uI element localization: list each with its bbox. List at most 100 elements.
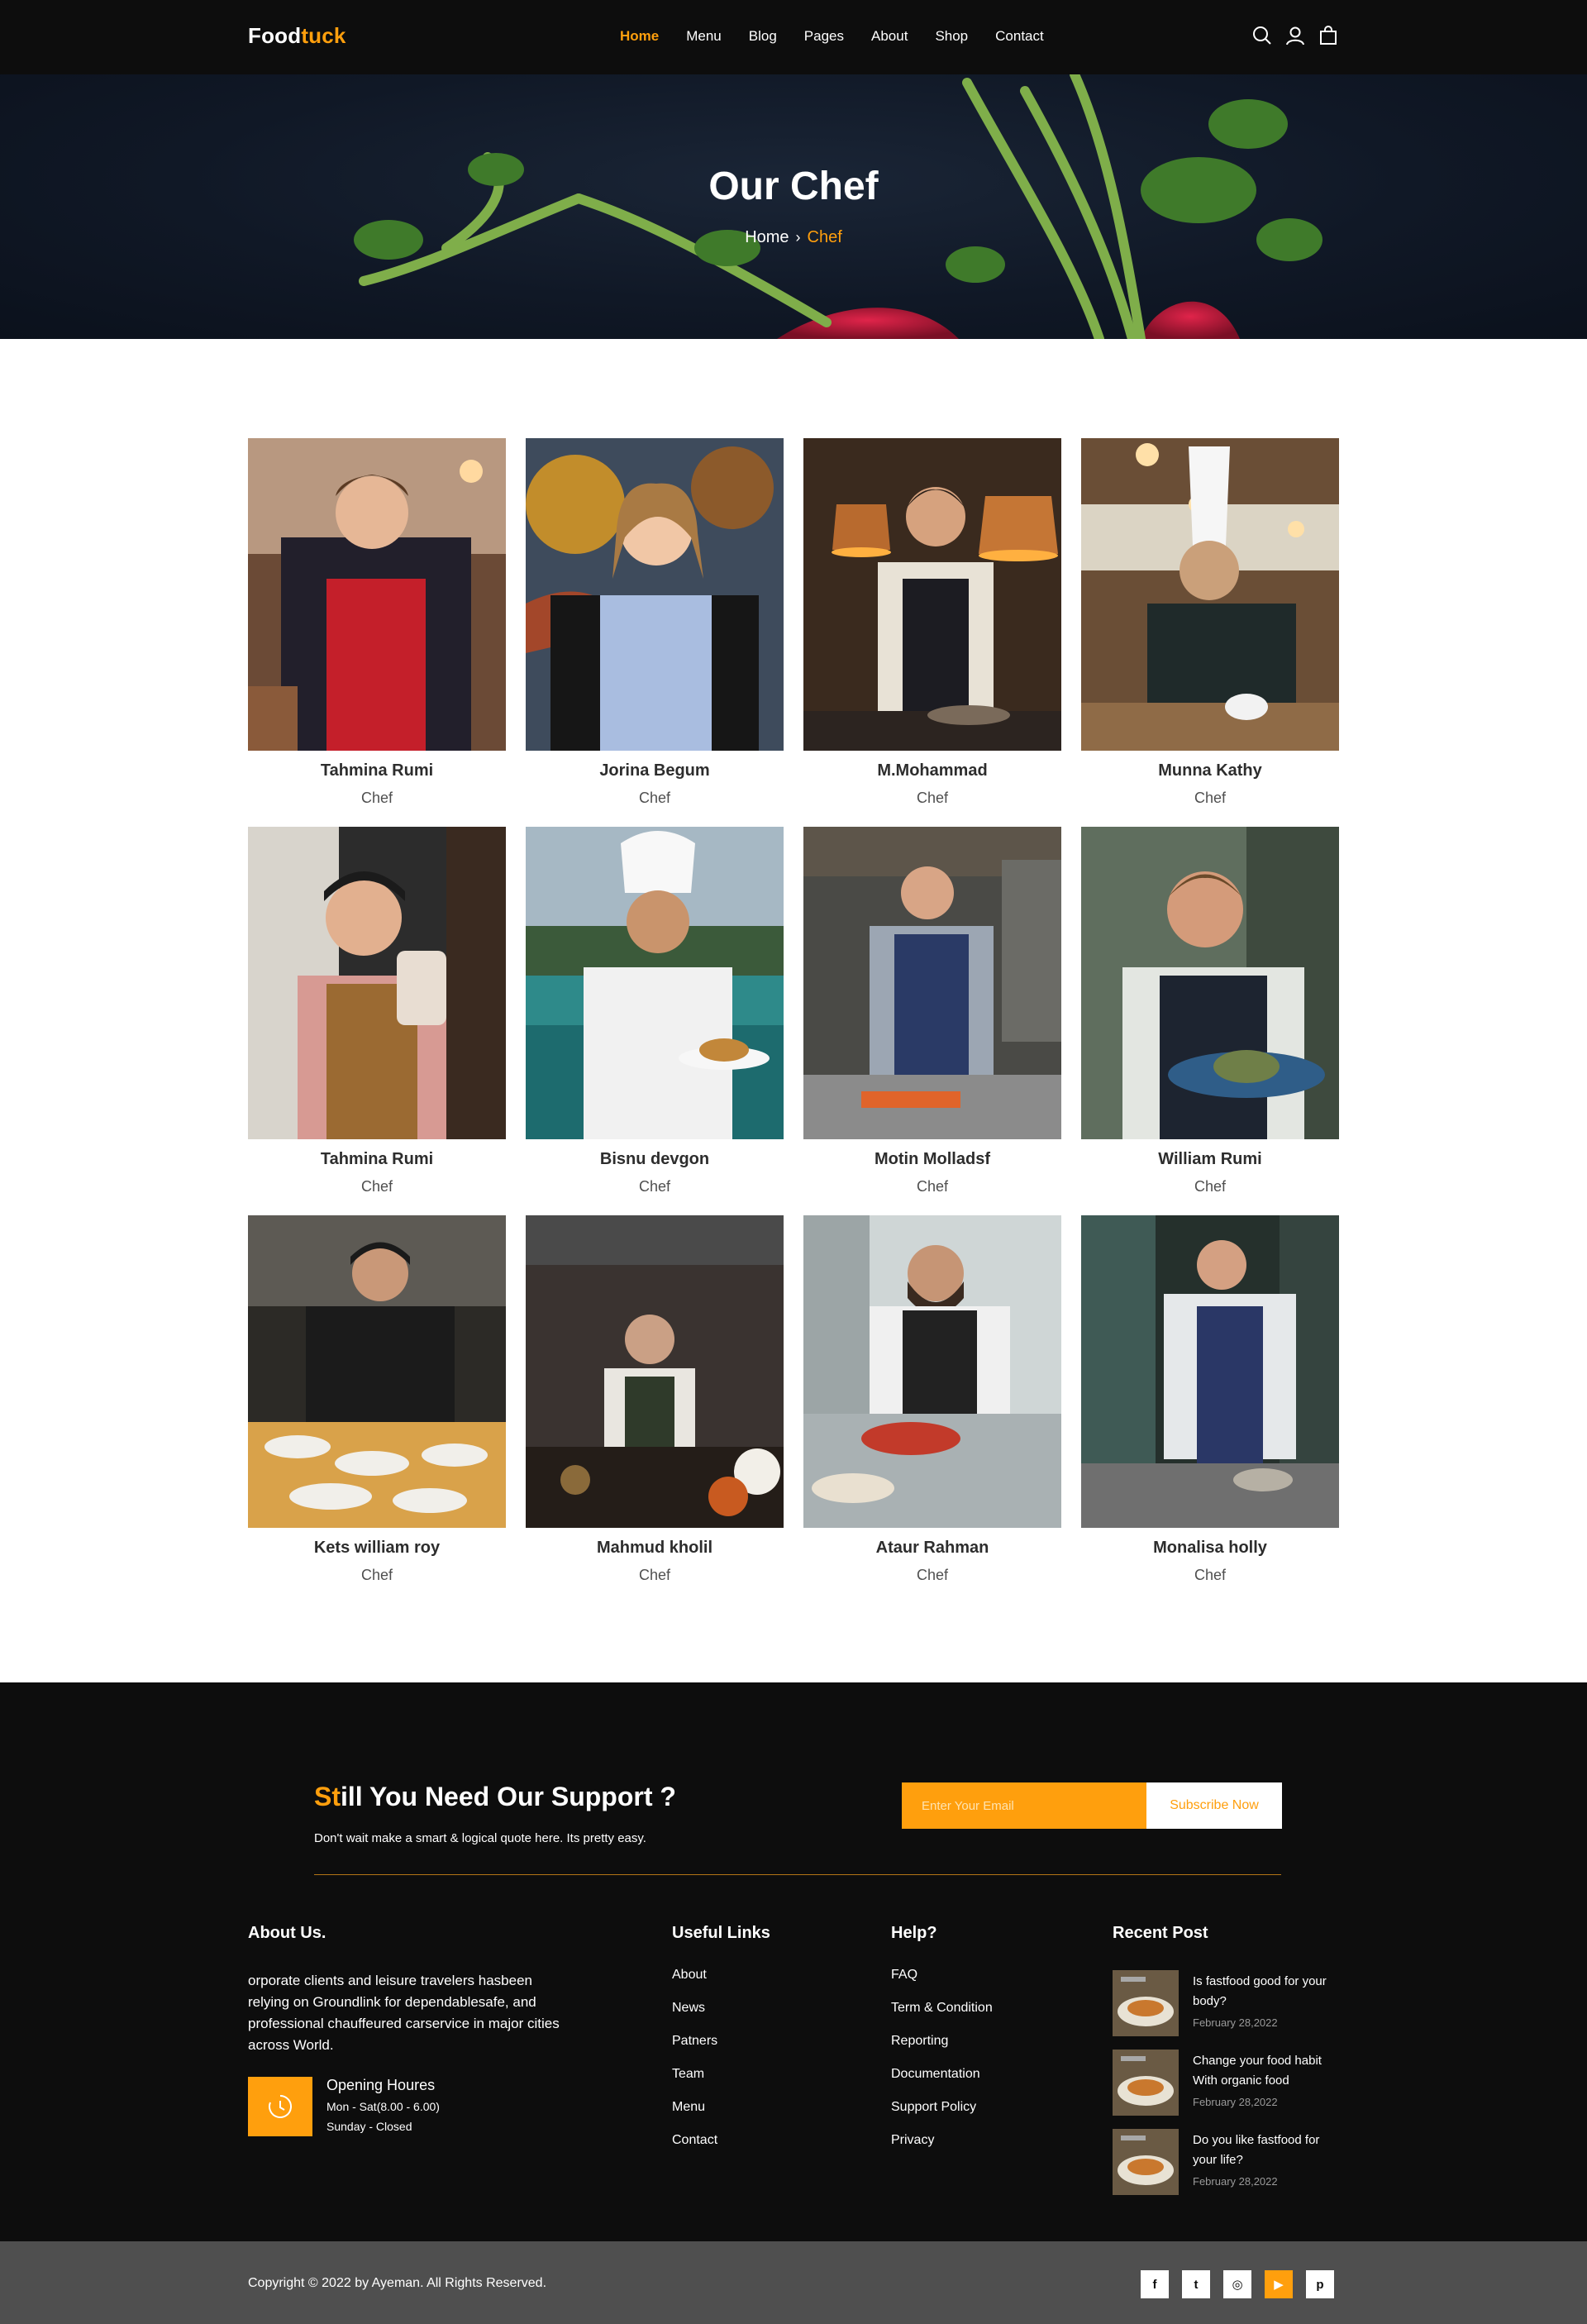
footer-link-terms[interactable]: Term & Condition [891,2001,993,2015]
chef-role: Chef [916,1567,949,1583]
subscribe-form: Subscribe Now [902,1782,1282,1829]
post-date: February 28,2022 [1193,2096,1278,2108]
chef-role: Chef [360,1567,393,1583]
recent-post-item[interactable]: Is fastfood good for your body? February… [1113,1970,1344,2036]
chef-name: M.Mohammad [877,761,988,780]
nav-item-home[interactable]: Home [620,28,659,45]
chef-name: Tahmina Rumi [320,1150,434,1168]
chef-card[interactable]: Munna Kathy Chef [1081,438,1339,827]
support-title: Still You Need Our Support ? [314,1782,676,1812]
chef-role: Chef [360,790,393,806]
copyright-text: Copyright © 2022 by Ayeman. All Rights R… [248,2276,547,2290]
social-links: f t ◎ ▶ p [1141,2270,1334,2298]
chef-card[interactable]: Jorina Begum Chef [526,438,784,827]
support-title-highlight: St [314,1782,341,1811]
chef-name: Ataur Rahman [875,1539,989,1557]
brand-name-part2: tuck [301,23,346,48]
shopping-bag-icon[interactable] [1318,25,1339,46]
chef-role: Chef [1194,1178,1227,1195]
footer-link-support-policy[interactable]: Support Policy [891,2100,976,2114]
chef-name: Munna Kathy [1158,761,1262,780]
chef-name: Bisnu devgon [599,1150,710,1168]
chef-photo [248,438,506,751]
chef-photo [1081,438,1339,751]
email-field[interactable] [902,1782,1146,1829]
chef-name: Jorina Begum [599,761,710,780]
about-text: orporate clients and leisure travelers h… [248,1973,560,2053]
nav-item-shop[interactable]: Shop [935,28,968,45]
chef-photo [526,438,784,751]
footer-bottom-bar: Copyright © 2022 by Ayeman. All Rights R… [0,2241,1587,2324]
chef-card[interactable]: Ataur Rahman Chef [803,1215,1061,1604]
nav-item-about[interactable]: About [871,28,908,45]
footer-link-privacy[interactable]: Privacy [891,2133,934,2147]
chef-card[interactable]: Mahmud kholil Chef [526,1215,784,1604]
recent-post-item[interactable]: Change your food habit With organic food… [1113,2050,1344,2116]
chef-photo [1081,1215,1339,1528]
post-date: February 28,2022 [1193,2175,1278,2188]
chef-role: Chef [638,1178,671,1195]
support-title-rest: ill You Need Our Support ? [341,1782,676,1811]
post-title[interactable]: Change your food habit With organic food [1193,2051,1342,2091]
about-title: About Us. [248,1924,326,1942]
chef-photo [248,827,506,1139]
youtube-icon[interactable]: ▶ [1265,2270,1293,2298]
user-icon[interactable] [1284,25,1306,46]
breadcrumb-home-link[interactable]: Home [745,228,789,246]
hours-sunday: Sunday - Closed [326,2120,412,2133]
chef-card[interactable]: Bisnu devgon Chef [526,827,784,1215]
breadcrumb: Home › Chef [0,228,1587,247]
footer-link-documentation[interactable]: Documentation [891,2067,980,2081]
nav-item-contact[interactable]: Contact [995,28,1044,45]
chef-card[interactable]: Monalisa holly Chef [1081,1215,1339,1604]
chef-card[interactable]: Tahmina Rumi Chef [248,438,506,827]
help-links-list: FAQ Term & Condition Reporting Documenta… [891,1968,993,2166]
post-title[interactable]: Do you like fastfood for your life? [1193,2131,1342,2170]
chef-role: Chef [1194,1567,1227,1583]
footer-link-reporting[interactable]: Reporting [891,2034,948,2048]
hours-title: Opening Houres [326,2077,436,2093]
chef-role: Chef [916,1178,949,1195]
search-icon[interactable] [1251,25,1273,46]
top-navbar: Foodtuck Home Menu Blog Pages About Shop… [0,0,1587,74]
chef-name: William Rumi [1158,1150,1262,1168]
chef-card[interactable]: William Rumi Chef [1081,827,1339,1215]
recent-post-title: Recent Post [1113,1924,1208,1942]
brand-name-part1: Food [248,23,302,48]
hours-weekdays: Mon - Sat(8.00 - 6.00) [326,2100,440,2113]
breadcrumb-separator-icon: › [795,229,801,246]
nav-item-blog[interactable]: Blog [749,28,777,45]
chef-photo [248,1215,506,1528]
chef-photo [803,438,1061,751]
footer-link-patners[interactable]: Patners [672,2034,717,2048]
chef-card[interactable]: Kets william roy Chef [248,1215,506,1604]
footer-link-menu[interactable]: Menu [672,2100,705,2114]
pinterest-icon[interactable]: p [1306,2270,1334,2298]
footer-link-contact[interactable]: Contact [672,2133,717,2147]
chef-name: Tahmina Rumi [320,761,434,780]
post-thumbnail [1113,2129,1179,2195]
breadcrumb-current: Chef [807,228,842,246]
chef-photo [526,1215,784,1528]
post-title[interactable]: Is fastfood good for your body? [1193,1972,1342,2011]
footer-link-team[interactable]: Team [672,2067,704,2081]
nav-item-pages[interactable]: Pages [804,28,844,45]
footer-link-faq[interactable]: FAQ [891,1968,917,1982]
page-hero-banner: Our Chef Home › Chef [0,74,1587,339]
post-thumbnail [1113,1970,1179,2036]
instagram-icon[interactable]: ◎ [1223,2270,1251,2298]
footer-link-news[interactable]: News [672,2001,705,2015]
facebook-icon[interactable]: f [1141,2270,1169,2298]
chef-card[interactable]: M.Mohammad Chef [803,438,1061,827]
footer-link-about[interactable]: About [672,1968,707,1982]
brand-logo[interactable]: Foodtuck [248,23,346,49]
subscribe-button[interactable]: Subscribe Now [1146,1782,1282,1829]
chef-card[interactable]: Motin Molladsf Chef [803,827,1061,1215]
nav-item-menu[interactable]: Menu [686,28,722,45]
chef-card[interactable]: Tahmina Rumi Chef [248,827,506,1215]
chef-name: Motin Molladsf [875,1150,990,1168]
twitter-icon[interactable]: t [1182,2270,1210,2298]
recent-post-item[interactable]: Do you like fastfood for your life? Febr… [1113,2129,1344,2195]
site-footer: Still You Need Our Support ? Don't wait … [0,1682,1587,2241]
chef-role: Chef [638,790,671,806]
